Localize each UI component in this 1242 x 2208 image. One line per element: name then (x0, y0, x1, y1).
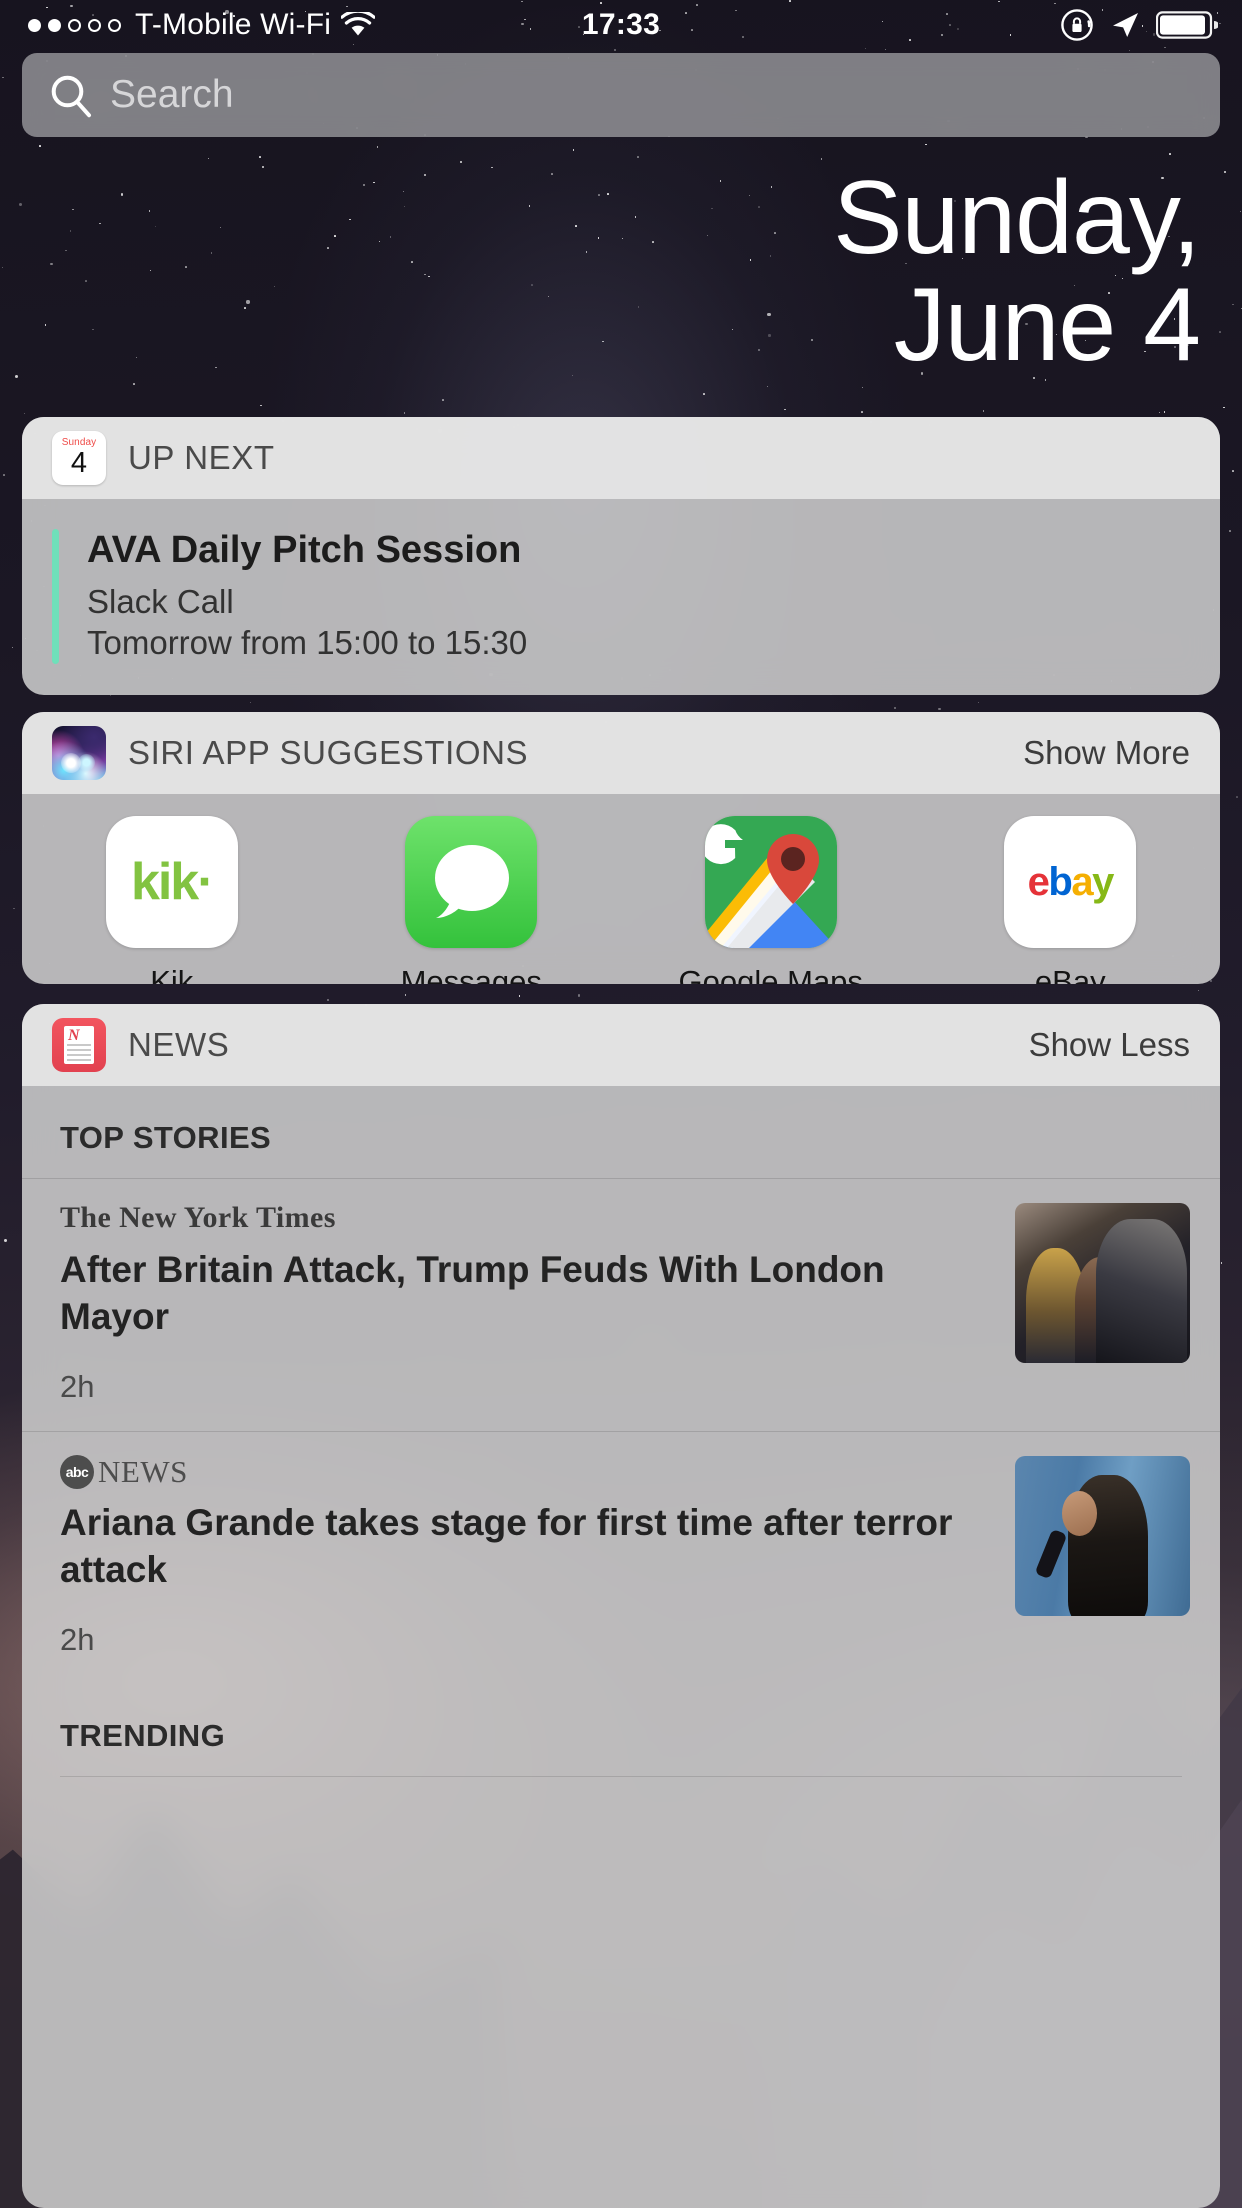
event-title: AVA Daily Pitch Session (87, 529, 522, 571)
siri-icon (52, 726, 106, 780)
date-heading-weekday: Sunday, (833, 160, 1201, 276)
abc-story-thumbnail[interactable] (1015, 1455, 1190, 1616)
siri-suggestions-title: SIRI APP SUGGESTIONS (128, 734, 529, 771)
search-placeholder: Search (110, 73, 234, 116)
nyt-story-thumbnail[interactable] (1015, 1203, 1190, 1363)
up-next-header: Sunday 4 UP NEXT (22, 417, 1220, 499)
news-story-row[interactable]: The New York Times After Britain Attack,… (22, 1178, 1220, 1431)
status-bar: T-Mobile Wi-Fi 17:33 (0, 0, 1242, 50)
google-maps-app-icon[interactable] (704, 816, 837, 948)
news-section-divider (60, 1775, 1182, 1777)
app-label-kik: Kik (150, 964, 194, 984)
app-label-messages: Messages (400, 964, 542, 984)
abc-logo-badge: abc (60, 1454, 94, 1489)
messages-app-icon[interactable] (405, 816, 538, 948)
news-headline: Ariana Grande takes stage for first time… (60, 1501, 953, 1590)
news-icon: N (52, 1018, 106, 1072)
app-suggestion-ebay[interactable]: ebay eBay (921, 816, 1221, 984)
up-next-event[interactable]: AVA Daily Pitch Session Slack Call Tomor… (22, 499, 1220, 664)
news-header: N NEWS Show Less (22, 1004, 1220, 1086)
news-headline: After Britain Attack, Trump Feuds With L… (60, 1249, 885, 1337)
news-widget[interactable]: N NEWS Show Less TOP STORIES The New Yor… (22, 1004, 1220, 2208)
calendar-icon-day: 4 (70, 447, 88, 479)
news-section-top-stories: TOP STORIES (60, 1120, 272, 1155)
event-accent-bar (52, 529, 59, 664)
news-icon-letter: N (68, 1027, 80, 1044)
news-story-text: The New York Times After Britain Attack,… (60, 1179, 1015, 1431)
show-more-button[interactable]: Show More (1023, 734, 1190, 772)
search-input[interactable]: Search (22, 53, 1220, 137)
event-location: Slack Call (87, 583, 234, 620)
calendar-icon: Sunday 4 (52, 431, 106, 485)
kik-logo-text: kik· (130, 853, 215, 911)
event-time: Tomorrow from 15:00 to 15:30 (87, 623, 528, 661)
news-title: NEWS (128, 1026, 230, 1063)
search-icon (48, 72, 94, 118)
app-suggestion-messages[interactable]: Messages (322, 816, 622, 984)
ebay-logo-text: ebay (1027, 860, 1115, 904)
siri-app-suggestions-widget[interactable]: SIRI APP SUGGESTIONS Show More kik· Kik … (22, 712, 1220, 984)
app-suggestion-google-maps[interactable]: Google Maps (621, 816, 921, 984)
status-bar-clock: 17:33 (581, 8, 661, 41)
up-next-title: UP NEXT (128, 439, 275, 476)
app-suggestion-grid: kik· Kik Messages Google Maps ebay eBay (22, 794, 1220, 984)
app-suggestion-kik[interactable]: kik· Kik (22, 816, 322, 984)
news-story-text: abc NEWS Ariana Grande takes stage for f… (60, 1432, 1015, 1684)
date-heading: Sunday, June 4 (0, 160, 1242, 384)
news-source-label: NEWS (98, 1453, 188, 1489)
news-source-label: The New York Times (60, 1201, 336, 1234)
news-section-trending: TRENDING (60, 1717, 226, 1753)
app-label-ebay: eBay (1034, 964, 1106, 984)
news-icon-paper: N (64, 1026, 94, 1064)
kik-app-icon[interactable]: kik· (105, 816, 238, 948)
siri-suggestions-header: SIRI APP SUGGESTIONS Show More (22, 712, 1220, 794)
ebay-app-icon[interactable]: ebay (1004, 816, 1137, 948)
show-less-button[interactable]: Show Less (1029, 1026, 1190, 1064)
event-details: AVA Daily Pitch Session Slack Call Tomor… (87, 529, 527, 664)
news-timestamp: 2h (60, 1621, 95, 1657)
news-source-abc: abc NEWS (60, 1453, 989, 1489)
date-heading-date: June 4 (893, 267, 1201, 384)
news-story-row[interactable]: abc NEWS Ariana Grande takes stage for f… (22, 1430, 1220, 1684)
news-source-nyt: The New York Times (60, 1201, 989, 1235)
app-label-google-maps: Google Maps (678, 964, 863, 984)
up-next-widget[interactable]: Sunday 4 UP NEXT AVA Daily Pitch Session… (22, 417, 1220, 695)
news-timestamp: 2h (60, 1368, 95, 1404)
